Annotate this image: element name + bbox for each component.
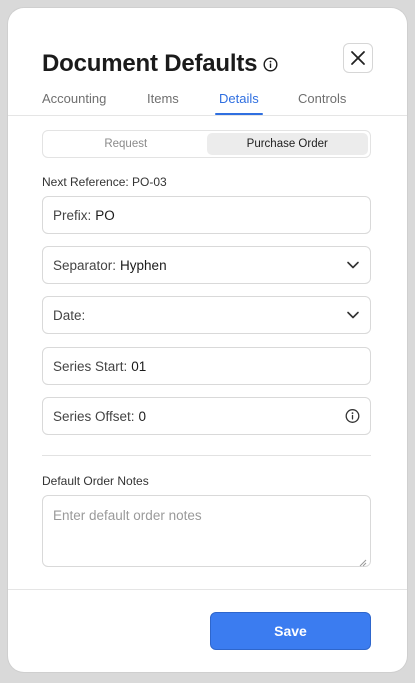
date-select[interactable]: Date:: [42, 296, 371, 334]
series-start-value: 01: [131, 358, 147, 374]
segment-request[interactable]: Request: [45, 133, 207, 155]
separator-label: Separator:: [53, 257, 117, 273]
segment-purchase-order[interactable]: Purchase Order: [206, 133, 368, 155]
tabs-divider: [8, 115, 407, 116]
prefix-label: Prefix:: [53, 207, 92, 223]
separator-select[interactable]: Separator: Hyphen: [42, 246, 371, 284]
chevron-down-icon: [346, 258, 360, 272]
footer-divider: [8, 589, 407, 590]
section-divider: [42, 455, 371, 456]
save-button[interactable]: Save: [210, 612, 371, 650]
prefix-field[interactable]: Prefix: PO: [42, 196, 371, 234]
document-defaults-dialog: Document Defaults Accounting Items Detai…: [8, 8, 407, 672]
document-type-toggle: Request Purchase Order: [42, 130, 371, 158]
date-label: Date:: [53, 307, 86, 323]
notes-label: Default Order Notes: [42, 474, 149, 488]
notes-placeholder: Enter default order notes: [53, 508, 202, 523]
dialog-title: Document Defaults: [42, 50, 278, 78]
dialog-title-text: Document Defaults: [42, 50, 258, 77]
tab-details[interactable]: Details: [215, 90, 263, 116]
close-icon: [351, 51, 365, 65]
close-button[interactable]: [343, 43, 373, 73]
chevron-down-icon: [346, 308, 360, 322]
tab-bar: Accounting Items Details Controls: [8, 90, 407, 116]
info-icon[interactable]: [345, 409, 360, 424]
tab-controls[interactable]: Controls: [298, 90, 346, 116]
series-start-label: Series Start:: [53, 358, 128, 374]
tab-accounting[interactable]: Accounting: [42, 90, 106, 116]
series-offset-field[interactable]: Series Offset: 0: [42, 397, 371, 435]
info-icon[interactable]: [263, 56, 278, 72]
series-offset-value: 0: [138, 408, 147, 424]
next-reference-label: Next Reference: PO-03: [42, 175, 167, 189]
prefix-value: PO: [95, 207, 115, 223]
tab-items[interactable]: Items: [147, 90, 179, 116]
notes-textarea[interactable]: Enter default order notes: [42, 495, 371, 567]
series-offset-label: Series Offset:: [53, 408, 135, 424]
resize-handle-icon[interactable]: [359, 555, 367, 567]
separator-value: Hyphen: [120, 257, 167, 273]
series-start-field[interactable]: Series Start: 01: [42, 347, 371, 385]
